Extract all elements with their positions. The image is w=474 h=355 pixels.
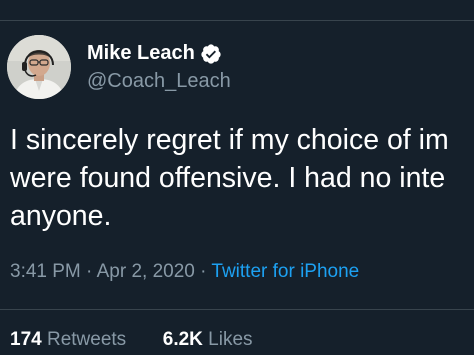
retweets-count: 174 (10, 329, 42, 350)
tweet-text-line: I sincerely regret if my choice of im (10, 124, 449, 156)
engagement-stats: 174 Retweets 6.2K Likes (10, 329, 253, 351)
tweet-metadata: 3:41 PM · Apr 2, 2020 · Twitter for iPho… (10, 261, 359, 283)
retweets-stat[interactable]: 174 Retweets (10, 329, 131, 350)
likes-stat[interactable]: 6.2K Likes (157, 329, 253, 350)
retweets-label: Retweets (46, 329, 127, 350)
verified-badge-icon (201, 43, 221, 64)
likes-label: Likes (208, 329, 253, 350)
tweet-text: I sincerely regret if my choice of im we… (10, 121, 474, 235)
stats-divider (0, 309, 474, 310)
meta-separator: · (200, 261, 207, 282)
author-display-name[interactable]: Mike Leach (87, 42, 195, 65)
tweet-time[interactable]: 3:41 PM (10, 261, 81, 282)
author-avatar[interactable] (7, 35, 71, 99)
profile-photo-icon (7, 35, 71, 99)
likes-count: 6.2K (162, 329, 203, 350)
author-handle[interactable]: @Coach_Leach (87, 70, 231, 93)
tweet-text-line: anyone. (10, 200, 112, 232)
tweet-date[interactable]: Apr 2, 2020 (97, 261, 195, 282)
author-name-row[interactable]: Mike Leach (87, 42, 222, 65)
top-divider (0, 20, 474, 21)
meta-separator: · (86, 261, 93, 282)
tweet-source-link[interactable]: Twitter for iPhone (211, 261, 359, 282)
tweet-text-line: were found offensive. I had no inte (10, 162, 446, 194)
